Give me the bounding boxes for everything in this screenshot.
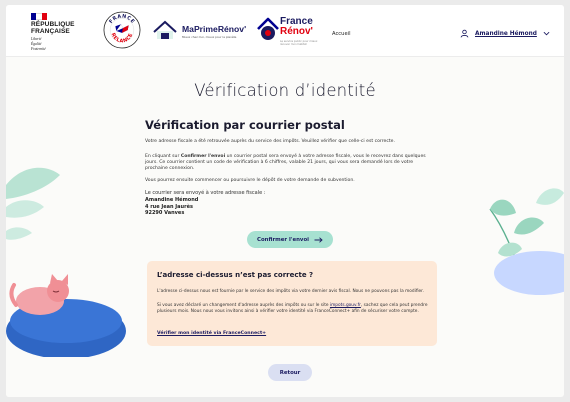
fiscal-address: Amandine Hémond 4 rue Jean Jaurès 92290 … [145, 197, 198, 217]
france-renov-title-2: Rénov' [280, 26, 313, 37]
callout-title: L’adresse ci-dessus n’est pas correcte ? [157, 271, 314, 279]
address-label: Le courrier sera envoyé à votre adresse … [145, 190, 266, 196]
maprimerenov-subtitle: Mieux chez moi, mieux pour la planète [182, 35, 237, 39]
address-line-city: 92290 Vanves [145, 210, 185, 217]
devise-line-2: Égalité [31, 41, 42, 46]
cat-on-cushion-illustration [6, 274, 128, 397]
site-header: RÉPUBLIQUE FRANÇAISE Liberté Égalité Fra… [6, 5, 564, 57]
callout-paragraph-2: Si vous avez déclaré un changement d'adr… [157, 303, 429, 314]
address-line-name: Amandine Hémond [145, 197, 199, 203]
franceconnect-link[interactable]: Vérifier mon identité via FranceConnect+ [157, 331, 266, 336]
instructions-paragraph: En cliquant sur Confirmer l'envoi un cou… [145, 154, 435, 173]
house-icon [153, 20, 177, 39]
address-line-street: 4 rue Jean Jaurès [145, 203, 193, 210]
arrow-right-icon [314, 236, 323, 243]
impots-gouv-link[interactable]: impots.gouv.fr [330, 303, 361, 308]
next-steps-paragraph: Vous pourrez ensuite commencer ou poursu… [145, 178, 355, 183]
logo-text-line-2: FRANÇAISE [31, 27, 70, 35]
devise-line-3: Fraternité [31, 46, 46, 51]
confirm-send-button[interactable]: Confirmer l'envoi [247, 231, 333, 248]
maprimerenov-logo[interactable]: MaPrimeRénov' Mieux chez moi, mieux pour… [152, 19, 252, 43]
france-renov-logo[interactable]: France Rénov' Le service public pour mie… [256, 15, 326, 49]
address-incorrect-callout: L’adresse ci-dessus n’est pas correcte ?… [147, 261, 437, 346]
section-title: Vérification par courrier postal [145, 118, 345, 132]
callout-paragraph-1: L'adresse ci-dessus nous est fournie par… [157, 289, 424, 294]
user-icon [460, 29, 469, 38]
instructions-strong: Confirmer l'envoi [180, 154, 226, 159]
confirm-send-label: Confirmer l'envoi [256, 236, 310, 243]
tricolor-flag-icon [31, 13, 47, 20]
back-button[interactable]: Retour [268, 364, 312, 381]
user-menu[interactable]: Amandine Hémond [460, 29, 550, 38]
plant-right-illustration [489, 188, 564, 295]
devise-line-1: Liberté [31, 36, 42, 41]
instructions-prefix: En cliquant sur [145, 154, 181, 159]
user-name[interactable]: Amandine Hémond [475, 31, 537, 37]
page-title: Vérification d’identité [194, 81, 376, 100]
france-renov-subtitle: Le service public pour mieux rénover mon… [280, 40, 318, 46]
nav-link-accueil[interactable]: Accueil [332, 31, 351, 37]
republique-francaise-logo[interactable]: RÉPUBLIQUE FRANÇAISE Liberté Égalité Fra… [31, 13, 75, 51]
plant-left-illustration [6, 167, 60, 240]
callout-p2-prefix: Si vous avez déclaré un changement d'adr… [157, 303, 330, 308]
intro-paragraph: Votre adresse fiscale a été retrouvée au… [145, 139, 395, 144]
maprimerenov-title: MaPrimeRénov' [182, 24, 247, 34]
house-roof-icon [257, 17, 279, 40]
app-window: RÉPUBLIQUE FRANÇAISE Liberté Égalité Fra… [6, 5, 564, 397]
france-relance-logo: FRANCE RELANCE [103, 11, 141, 49]
chevron-down-icon[interactable] [543, 31, 550, 36]
